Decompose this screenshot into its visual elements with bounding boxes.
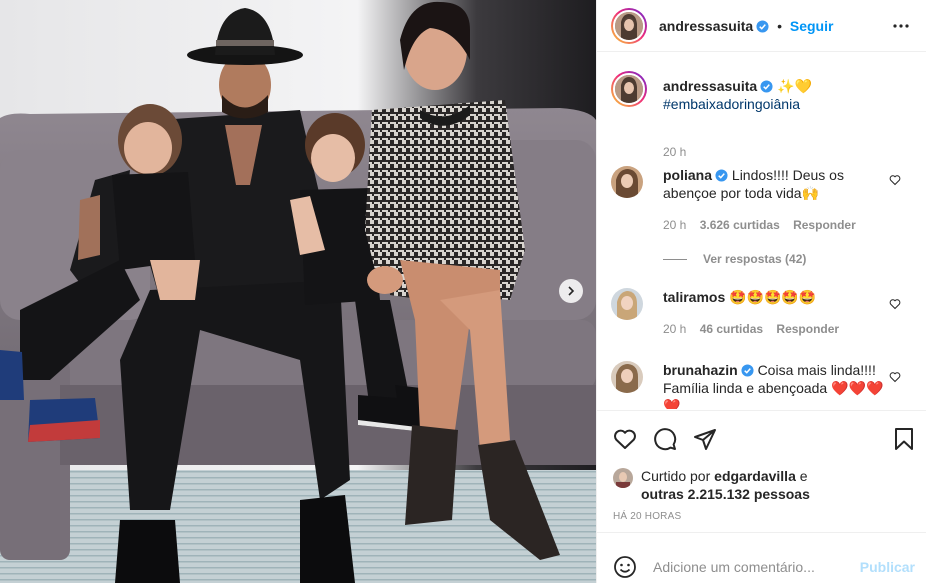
add-comment-bar: Adicione um comentário... Publicar: [597, 532, 926, 583]
caption-avatar[interactable]: [611, 71, 647, 107]
comment-text-continued: abençoe por toda vida🙌: [663, 185, 819, 201]
verified-badge-icon: [756, 20, 769, 33]
comment-username[interactable]: poliana: [663, 167, 712, 183]
likes-count[interactable]: outras 2.215.132 pessoas: [641, 486, 810, 502]
comment-icon[interactable]: [653, 427, 677, 451]
comment-reply-button[interactable]: Responder: [793, 218, 856, 232]
post-actions: Curtido por edgardavilla e outras 2.215.…: [597, 410, 926, 532]
author-avatar-image: [615, 12, 643, 40]
bookmark-icon[interactable]: [893, 427, 915, 451]
comment-time[interactable]: 20 h: [663, 322, 686, 336]
comment-avatar[interactable]: [611, 361, 643, 393]
caption-username[interactable]: andressasuita: [663, 78, 757, 94]
comment-avatar-image: [611, 288, 643, 320]
comment-avatar-image: [611, 166, 643, 198]
chevron-right-icon: [568, 286, 575, 296]
post-timestamp[interactable]: HÁ 20 HORAS: [613, 511, 681, 522]
verified-badge-icon: [715, 169, 728, 182]
comment-time[interactable]: 20 h: [663, 218, 686, 232]
comment-text-continued: Família linda e abençoada ❤️❤️❤️: [663, 380, 884, 396]
next-photo-button[interactable]: [559, 279, 583, 303]
heart-icon[interactable]: [613, 427, 637, 451]
comment-item: brunahazin Coisa mais linda!!!! Família …: [611, 361, 911, 409]
caption-time[interactable]: 20 h: [663, 145, 686, 159]
comment-likes[interactable]: 3.626 curtidas: [700, 218, 780, 232]
comment-input[interactable]: Adicione um comentário...: [653, 559, 815, 575]
likes-conjunction: e: [799, 468, 808, 484]
comment-like-heart-icon[interactable]: [889, 298, 901, 310]
post-header: andressasuita • Seguir: [597, 0, 926, 52]
comment-text: Lindos!!!! Deus os: [731, 167, 844, 183]
author-username[interactable]: andressasuita: [659, 18, 753, 34]
ellipsis-icon[interactable]: [892, 18, 910, 34]
comments-list[interactable]: andressasuita ✨💛 #embaixadoringoiânia 20…: [597, 53, 926, 409]
post-photo[interactable]: [0, 0, 596, 583]
follow-button[interactable]: Seguir: [790, 18, 834, 34]
share-icon[interactable]: [693, 427, 717, 451]
verified-badge-icon: [760, 80, 773, 93]
comment-text: Coisa mais linda!!!!: [757, 362, 876, 378]
comment-like-heart-icon[interactable]: [889, 174, 901, 186]
view-replies-button[interactable]: Ver respostas (42): [663, 252, 806, 266]
comment-username[interactable]: brunahazin: [663, 362, 738, 378]
comment-username[interactable]: taliramos: [663, 289, 725, 305]
comment-item: taliramos 🤩🤩🤩🤩🤩 20 h 46 curtidas Respond…: [611, 288, 911, 348]
replies-divider: [663, 259, 687, 261]
comment-reply-button[interactable]: Responder: [776, 322, 839, 336]
comment-item: poliana Lindos!!!! Deus os abençoe por t…: [611, 166, 911, 276]
comment-avatar[interactable]: [611, 288, 643, 320]
smiley-icon[interactable]: [613, 555, 637, 579]
caption-row: andressasuita ✨💛 #embaixadoringoiânia 20…: [611, 71, 911, 161]
comment-text: 🤩🤩🤩🤩🤩: [729, 289, 817, 305]
liker-username[interactable]: edgardavilla: [714, 468, 796, 484]
likes-prefix: Curtido por: [641, 468, 711, 484]
post-side-panel: andressasuita • Seguir andressasuita ✨💛 …: [596, 0, 926, 583]
liker-avatar[interactable]: [613, 468, 633, 488]
caption-emojis: ✨💛: [777, 78, 812, 94]
publish-button[interactable]: Publicar: [860, 559, 915, 575]
verified-badge-icon: [741, 364, 754, 377]
comment-like-heart-icon[interactable]: [889, 371, 901, 383]
comment-avatar-image: [611, 361, 643, 393]
family-photo-image: [0, 0, 596, 583]
comment-avatar[interactable]: [611, 166, 643, 198]
liker-avatar-image: [613, 468, 633, 488]
caption-hashtag[interactable]: #embaixadoringoiânia: [663, 96, 800, 112]
follow-separator: •: [777, 18, 782, 34]
view-replies-label: Ver respostas (42): [703, 252, 807, 266]
author-avatar[interactable]: [611, 8, 647, 44]
comment-likes[interactable]: 46 curtidas: [700, 322, 763, 336]
caption-avatar-image: [615, 75, 643, 103]
comment-text-continued: ❤️: [663, 398, 681, 409]
